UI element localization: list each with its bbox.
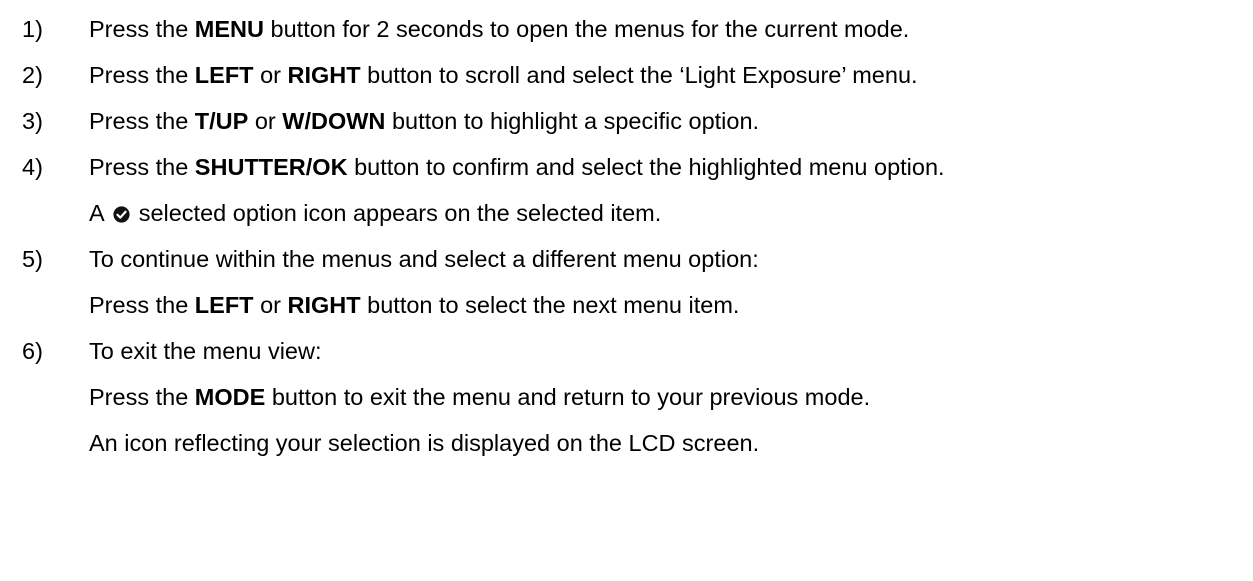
button-name-label: MODE <box>194 384 266 410</box>
step-text: Aselected option icon appears on the sel… <box>89 190 661 236</box>
step-6-continuation-line: An icon reflecting your selection is dis… <box>0 420 1253 466</box>
text-segment: or <box>248 108 283 134</box>
text-segment: button to highlight a specific option. <box>385 108 760 134</box>
button-name-label: SHUTTER/OK <box>194 154 348 180</box>
step-5-line: 5) To continue within the menus and selec… <box>0 236 1253 282</box>
step-text: An icon reflecting your selection is dis… <box>89 420 759 466</box>
text-segment: Press the <box>89 384 195 410</box>
step-1-line: 1) Press the MENU button for 2 seconds to… <box>0 6 1253 52</box>
text-segment: or <box>253 292 288 318</box>
step-number: 4) <box>22 154 43 180</box>
step-text: Press the SHUTTER/OK button to confirm a… <box>89 144 945 190</box>
text-segment: Press the <box>89 62 195 88</box>
text-segment: button to scroll and select the ‘Light E… <box>360 62 918 88</box>
step-number: 5) <box>22 246 43 272</box>
step-text: Press the LEFT or RIGHT button to scroll… <box>89 52 918 98</box>
step-5-continuation-line: Press the LEFT or RIGHT button to select… <box>0 282 1253 328</box>
check-circle-icon <box>113 206 130 223</box>
step-3-line: 3) Press the T/UP or W/DOWN button to hig… <box>0 98 1253 144</box>
step-6-line: 6) To exit the menu view: <box>0 328 1253 374</box>
text-segment: button to exit the menu and return to yo… <box>265 384 871 410</box>
step-number: 3) <box>22 108 43 134</box>
step-text: Press the MODE button to exit the menu a… <box>89 374 870 420</box>
button-name-label: LEFT <box>194 62 254 88</box>
text-segment: button to select the next menu item. <box>360 292 740 318</box>
step-number: 1) <box>22 16 43 42</box>
text-segment: selected option icon appears on the sele… <box>138 200 662 226</box>
button-name-label: RIGHT <box>287 62 361 88</box>
text-segment: An icon reflecting your selection is dis… <box>89 430 760 456</box>
step-4-continuation-line: Aselected option icon appears on the sel… <box>0 190 1253 236</box>
button-name-label: MENU <box>194 16 264 42</box>
step-text: To continue within the menus and select … <box>89 236 759 282</box>
text-segment: Press the <box>89 292 195 318</box>
text-segment: button for 2 seconds to open the menus f… <box>264 16 910 42</box>
step-text: Press the LEFT or RIGHT button to select… <box>89 282 739 328</box>
text-segment: Press the <box>89 154 195 180</box>
text-segment: Press the <box>89 108 195 134</box>
step-text: Press the T/UP or W/DOWN button to highl… <box>89 98 759 144</box>
step-2-line: 2) Press the LEFT or RIGHT button to scro… <box>0 52 1253 98</box>
step-6-continuation-line: Press the MODE button to exit the menu a… <box>0 374 1253 420</box>
step-4-line: 4) Press the SHUTTER/OK button to confirm… <box>0 144 1253 190</box>
text-segment: or <box>253 62 288 88</box>
text-segment: To exit the menu view: <box>89 338 322 364</box>
text-segment: A <box>89 200 105 226</box>
button-name-label: LEFT <box>194 292 254 318</box>
button-name-label: RIGHT <box>287 292 361 318</box>
text-segment: To continue within the menus and select … <box>89 246 759 272</box>
button-name-label: T/UP <box>194 108 249 134</box>
instruction-steps: 1) Press the MENU button for 2 seconds to… <box>0 0 1253 581</box>
step-text: To exit the menu view: <box>89 328 322 374</box>
step-number: 2) <box>22 62 43 88</box>
step-text: Press the MENU button for 2 seconds to o… <box>89 6 909 52</box>
text-segment: Press the <box>89 16 195 42</box>
step-number: 6) <box>22 338 43 364</box>
text-segment: button to confirm and select the highlig… <box>347 154 945 180</box>
button-name-label: W/DOWN <box>282 108 386 134</box>
